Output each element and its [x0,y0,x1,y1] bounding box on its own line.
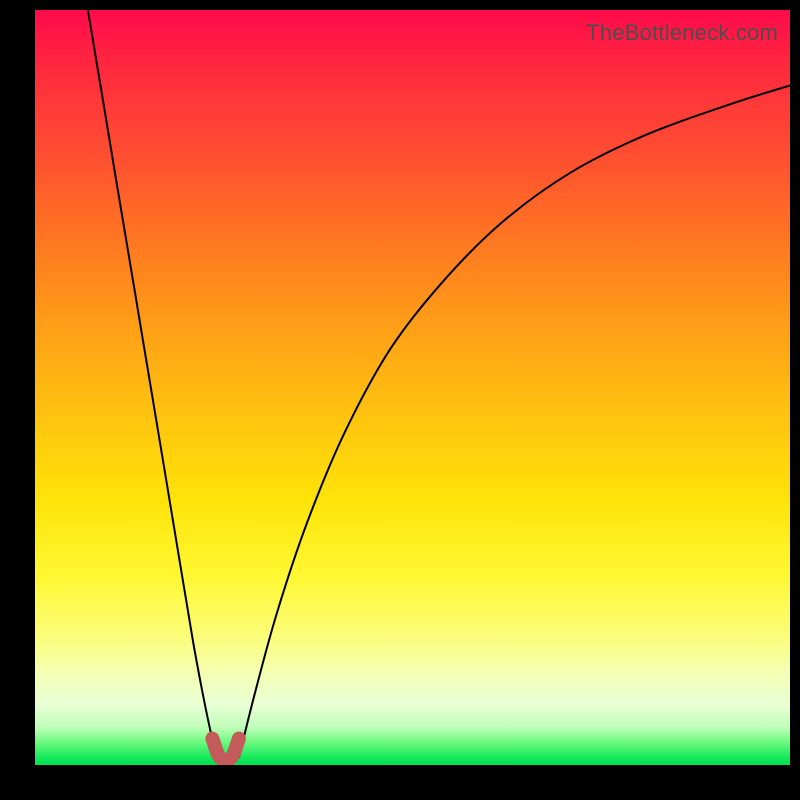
left-curve [88,10,216,758]
chart-svg [35,10,790,765]
chart-frame: TheBottleneck.com [35,10,790,765]
right-curve [239,86,790,758]
minimum-marker [212,739,239,760]
